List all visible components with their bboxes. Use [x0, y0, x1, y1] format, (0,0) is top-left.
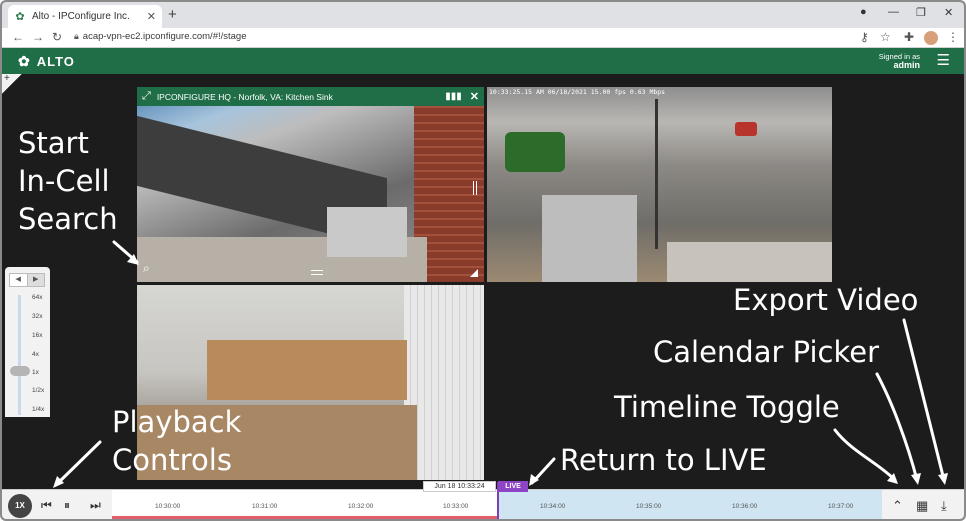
close-window-icon[interactable]: ✕: [944, 6, 953, 19]
speed-slider-track[interactable]: [18, 295, 21, 415]
return-to-live-button[interactable]: LIVE: [498, 481, 528, 492]
speed-label: 64x: [32, 294, 43, 301]
step-forward-icon[interactable]: ⏭: [90, 498, 101, 513]
annotation-calendar-picker: Calendar Picker: [653, 335, 879, 369]
signed-in-username: admin: [893, 60, 920, 70]
timeline[interactable]: 10:30:00 10:31:00 10:32:00 10:33:00 10:3…: [112, 482, 882, 519]
profile-dot-icon[interactable]: ●: [860, 6, 867, 18]
browser-tab-bar: ✿ Alto - IPConfigure Inc. ✕ + ● — ❐ ✕: [2, 2, 964, 28]
forward-icon[interactable]: →: [32, 30, 44, 44]
brand-name: ALTO: [36, 54, 75, 69]
hamburger-menu-icon[interactable]: ☰: [937, 53, 950, 68]
video-frame-detail: [327, 207, 407, 257]
timeline-tick: 10:37:00: [828, 503, 854, 510]
alto-favicon-icon: ✿: [15, 10, 25, 23]
camera-osd-overlay: 10:33:25.15 AM 06/18/2021 15.00 fps 0.63…: [489, 88, 666, 96]
signed-in-info: Signed in as admin: [879, 52, 920, 70]
speed-label: 1/2x: [32, 387, 45, 394]
playback-bar: 1X ⏮ ⏸ ⏭ 10:30:00 10:31:00 10:32:00 10:3…: [2, 482, 964, 519]
timeline-toggle-icon[interactable]: ⌃: [892, 498, 903, 514]
resize-corner-icon[interactable]: [470, 269, 478, 277]
timeline-tick: 10:35:00: [636, 503, 662, 510]
url-text: acap-vpn-ec2.ipconfigure.com/#!/stage: [82, 31, 247, 42]
playback-speed-panel: ◀ ▶ 64x 32x 16x 4x 1x 1/2x 1/4x: [5, 267, 50, 417]
calendar-icon[interactable]: ▦: [916, 498, 928, 514]
lotus-logo-icon: ✿: [18, 53, 31, 69]
export-download-icon[interactable]: ⤓: [941, 498, 947, 514]
annotation-line: Start: [18, 126, 89, 160]
back-icon[interactable]: ←: [12, 30, 24, 44]
timeline-tick: 10:30:00: [155, 503, 181, 510]
video-cell-parking[interactable]: 10:33:25.15 AM 06/18/2021 15.00 fps 0.63…: [487, 87, 832, 282]
timeline-recording-band: [112, 516, 498, 519]
close-cell-icon[interactable]: ✕: [470, 90, 479, 103]
current-playback-time: Jun 18 10:33:24: [423, 481, 496, 492]
playback-rate-button[interactable]: 1X: [8, 494, 32, 518]
cell-split-handle-icon[interactable]: [473, 181, 477, 195]
expand-icon[interactable]: ⤢: [142, 90, 151, 103]
camera-cell-header: ⤢ IPCONFIGURE HQ - Norfolk, VA: Kitchen …: [137, 87, 484, 106]
annotation-line: In-Cell: [18, 164, 110, 198]
restore-icon[interactable]: ❐: [916, 6, 926, 19]
annotation-export-video: Export Video: [733, 283, 919, 317]
video-frame-detail: [735, 122, 757, 136]
close-tab-icon[interactable]: ✕: [147, 10, 156, 23]
app-window: ✿ Alto - IPConfigure Inc. ✕ + ● — ❐ ✕ ← …: [0, 0, 966, 521]
video-frame-detail: [505, 132, 565, 172]
speed-label: 1/4x: [32, 406, 45, 413]
annotation-line: Controls: [112, 443, 232, 477]
timeline-tick: 10:32:00: [348, 503, 374, 510]
timeline-tick: 10:33:00: [443, 503, 469, 510]
analytics-chart-icon[interactable]: ▮▮▮: [445, 91, 462, 102]
timeline-tick: 10:34:00: [540, 503, 566, 510]
profile-avatar[interactable]: [924, 31, 938, 45]
url-field[interactable]: 🔒︎ acap-vpn-ec2.ipconfigure.com/#!/stage: [74, 31, 247, 42]
timeline-tick: 10:36:00: [732, 503, 758, 510]
speed-label: 16x: [32, 332, 43, 339]
timeline-tick: 10:31:00: [252, 503, 278, 510]
annotation-line: Search: [18, 202, 118, 236]
speed-label: 4x: [32, 351, 39, 358]
annotation-start-search: Start In-Cell Search: [18, 124, 118, 238]
lock-icon: 🔒︎: [74, 31, 79, 41]
extensions-icon[interactable]: ✚: [904, 30, 914, 44]
step-back-icon[interactable]: ⏮: [41, 498, 52, 513]
browser-menu-icon[interactable]: ⋮: [947, 30, 959, 44]
annotation-playback-controls: Playback Controls: [112, 403, 241, 479]
key-icon[interactable]: ⚷: [860, 30, 869, 44]
annotation-return-live: Return to LIVE: [560, 443, 767, 477]
speed-direction-toggle[interactable]: ◀ ▶: [9, 273, 45, 287]
drag-handle-icon[interactable]: [311, 270, 323, 275]
speed-label: 1x: [32, 369, 39, 376]
browser-tab[interactable]: ✿ Alto - IPConfigure Inc. ✕: [8, 5, 162, 28]
video-frame-detail: [542, 195, 637, 282]
alto-logo[interactable]: ✿ ALTO: [18, 53, 75, 70]
video-frame-detail: [655, 99, 658, 249]
camera-title: IPCONFIGURE HQ - Norfolk, VA: Kitchen Si…: [156, 91, 333, 102]
in-cell-search-icon[interactable]: ⌕: [143, 261, 150, 276]
bookmark-star-icon[interactable]: ☆: [880, 30, 891, 44]
address-bar: ← → ↻ 🔒︎ acap-vpn-ec2.ipconfigure.com/#!/…: [2, 28, 964, 48]
app-header: ✿ ALTO Signed in as admin ☰: [2, 48, 964, 74]
speed-slider-knob[interactable]: [10, 366, 30, 376]
new-tab-icon[interactable]: +: [168, 7, 177, 23]
pause-icon[interactable]: ⏸: [64, 498, 70, 513]
forward-arrow-icon[interactable]: ▶: [26, 274, 44, 286]
video-frame-detail: [667, 242, 832, 282]
annotation-line: Playback: [112, 405, 242, 439]
annotation-timeline-toggle: Timeline Toggle: [614, 390, 840, 424]
reload-icon[interactable]: ↻: [52, 30, 62, 44]
minimize-icon[interactable]: —: [888, 6, 899, 18]
video-frame-detail: [207, 340, 407, 400]
browser-tab-title: Alto - IPConfigure Inc.: [32, 11, 130, 22]
reverse-arrow-icon[interactable]: ◀: [10, 274, 27, 286]
add-cell-icon[interactable]: +: [2, 74, 22, 94]
video-cell-kitchen[interactable]: [137, 87, 484, 282]
speed-label: 32x: [32, 313, 43, 320]
